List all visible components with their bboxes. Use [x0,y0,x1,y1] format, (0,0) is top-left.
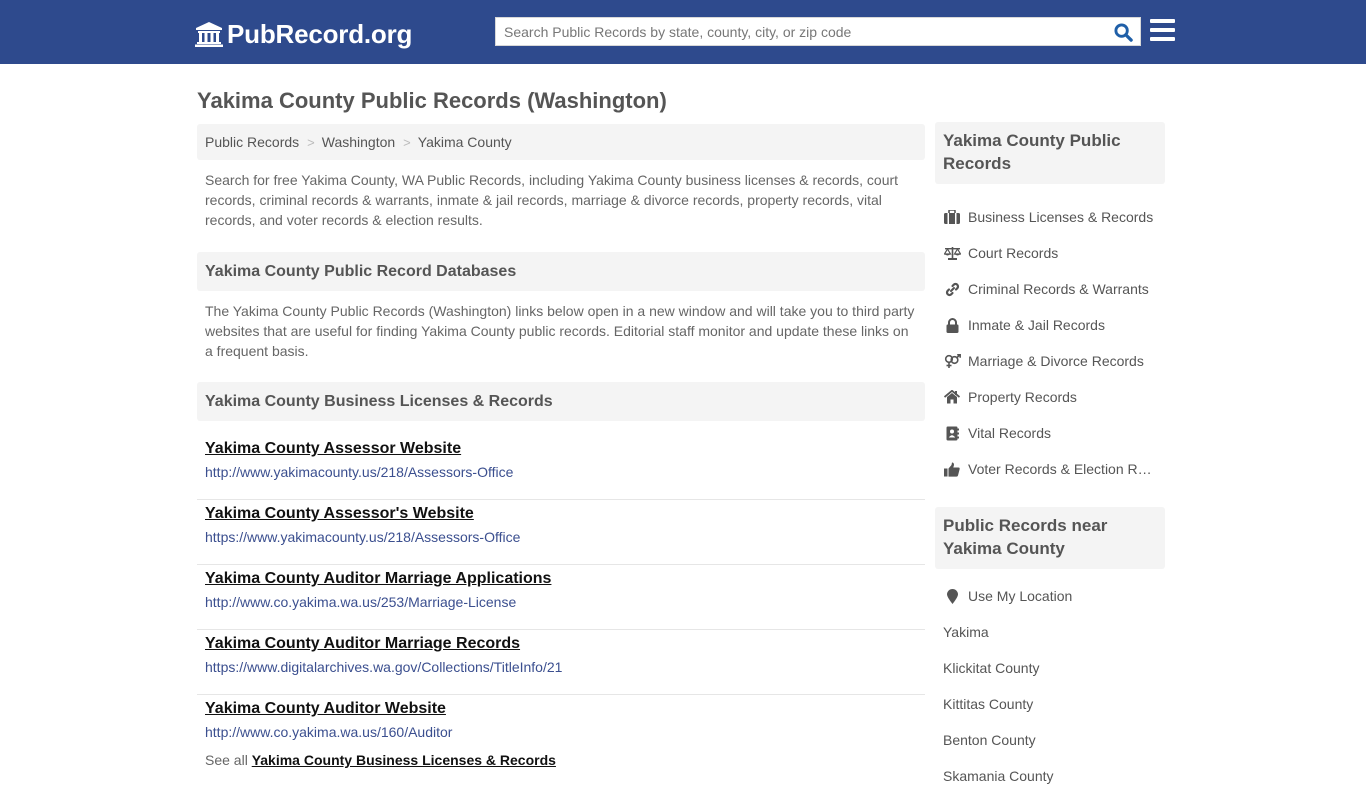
see-all-link[interactable]: Yakima County Business Licenses & Record… [252,752,556,768]
nearby-list: Use My Location Yakima Klickitat County … [935,578,1165,794]
sidebar-item-vital[interactable]: Vital Records [935,415,1165,451]
scale-icon [943,245,961,261]
list-item: Yakima County Assessor's Website https:/… [197,500,925,565]
nearby-heading: Public Records near Yakima County [935,507,1165,569]
link-icon [943,281,961,297]
menu-bar-icon [1150,28,1175,32]
courthouse-icon [195,22,223,47]
record-link-url: https://www.digitalarchives.wa.gov/Colle… [205,659,563,675]
record-link-url: http://www.co.yakima.wa.us/160/Auditor [205,724,453,740]
breadcrumb-public-records[interactable]: Public Records [205,134,299,150]
record-link-title[interactable]: Yakima County Auditor Marriage Records [205,634,917,654]
search-box [495,17,1141,46]
list-item: Yakima County Auditor Marriage Applicati… [197,565,925,630]
sidebar-item-court[interactable]: Court Records [935,235,1165,271]
site-logo[interactable]: PubRecord.org [195,18,412,50]
search-button[interactable] [1110,20,1136,44]
main-content: Public Records > Washington > Yakima Cou… [197,124,925,768]
breadcrumb-yakima-county[interactable]: Yakima County [418,134,512,150]
page-title: Yakima County Public Records (Washington… [197,88,667,113]
lock-icon [943,317,961,333]
see-all-prefix: See all [205,752,248,768]
sidebar-item-voter[interactable]: Voter Records & Election Results [935,451,1165,487]
sidebar-item-label: Criminal Records & Warrants [968,281,1149,297]
sidebar-item-label: Vital Records [968,425,1052,441]
business-links-list: Yakima County Assessor Website http://ww… [197,435,925,760]
record-link-title[interactable]: Yakima County Assessor Website [205,439,917,459]
record-link-title[interactable]: Yakima County Assessor's Website [205,504,917,524]
record-link-url: http://www.co.yakima.wa.us/253/Marriage-… [205,594,517,610]
sidebar-item-marriage[interactable]: Marriage & Divorce Records [935,343,1165,379]
sidebar: Yakima County Public Records Business Li… [935,122,1165,794]
list-item: Yakima County Auditor Marriage Records h… [197,630,925,695]
sidebar-item-inmate[interactable]: Inmate & Jail Records [935,307,1165,343]
record-link-title[interactable]: Yakima County Auditor Marriage Applicati… [205,569,917,589]
sidebar-item-label: Voter Records & Election Results [968,461,1158,477]
sidebar-item-label: Business Licenses & Records [968,209,1154,225]
thumbs-up-icon [943,461,961,477]
address-book-icon [943,425,961,441]
breadcrumb-separator: > [307,134,315,150]
menu-bar-icon [1150,19,1175,23]
sidebar-item-business[interactable]: Business Licenses & Records [935,199,1165,235]
sidebar-item-label: Inmate & Jail Records [968,317,1105,333]
breadcrumb: Public Records > Washington > Yakima Cou… [197,124,925,160]
sidebar-item-label: Marriage & Divorce Records [968,353,1144,369]
record-link-title[interactable]: Yakima County Auditor Website [205,699,917,719]
sidebar-categories: Business Licenses & Records Court Record… [935,199,1165,487]
nearby-item-kittitas-county[interactable]: Kittitas County [935,686,1165,722]
see-all-row: See all Yakima County Business Licenses … [197,752,925,768]
breadcrumb-separator: > [403,134,411,150]
search-icon [1113,22,1133,42]
intro-text: Search for free Yakima County, WA Public… [205,172,899,228]
nearby-item-benton-county[interactable]: Benton County [935,722,1165,758]
briefcase-icon [943,209,961,225]
nearby-item-skamania-county[interactable]: Skamania County [935,758,1165,794]
top-navbar: PubRecord.org [0,0,1366,64]
databases-heading: Yakima County Public Record Databases [197,252,925,291]
sidebar-item-property[interactable]: Property Records [935,379,1165,415]
use-my-location-label: Use My Location [968,588,1073,604]
search-input[interactable] [496,18,1106,45]
record-link-url: http://www.yakimacounty.us/218/Assessors… [205,464,514,480]
logo-text: PubRecord.org [227,18,413,49]
map-marker-icon [943,588,961,604]
menu-bar-icon [1150,37,1175,41]
sidebar-item-label: Court Records [968,245,1059,261]
sidebar-item-label: Property Records [968,389,1077,405]
breadcrumb-washington[interactable]: Washington [322,134,395,150]
nearby-item-yakima[interactable]: Yakima [935,614,1165,650]
hamburger-menu-button[interactable] [1150,19,1175,43]
sidebar-heading: Yakima County Public Records [935,122,1165,184]
databases-description: The Yakima County Public Records (Washin… [205,303,915,359]
gender-icon [943,353,961,369]
list-item: Yakima County Assessor Website http://ww… [197,435,925,500]
use-my-location-button[interactable]: Use My Location [935,578,1165,614]
business-heading: Yakima County Business Licenses & Record… [197,382,925,421]
nearby-item-klickitat-county[interactable]: Klickitat County [935,650,1165,686]
home-icon [943,389,961,405]
list-item: Yakima County Auditor Website http://www… [197,695,925,760]
record-link-url: https://www.yakimacounty.us/218/Assessor… [205,529,521,545]
sidebar-item-criminal[interactable]: Criminal Records & Warrants [935,271,1165,307]
